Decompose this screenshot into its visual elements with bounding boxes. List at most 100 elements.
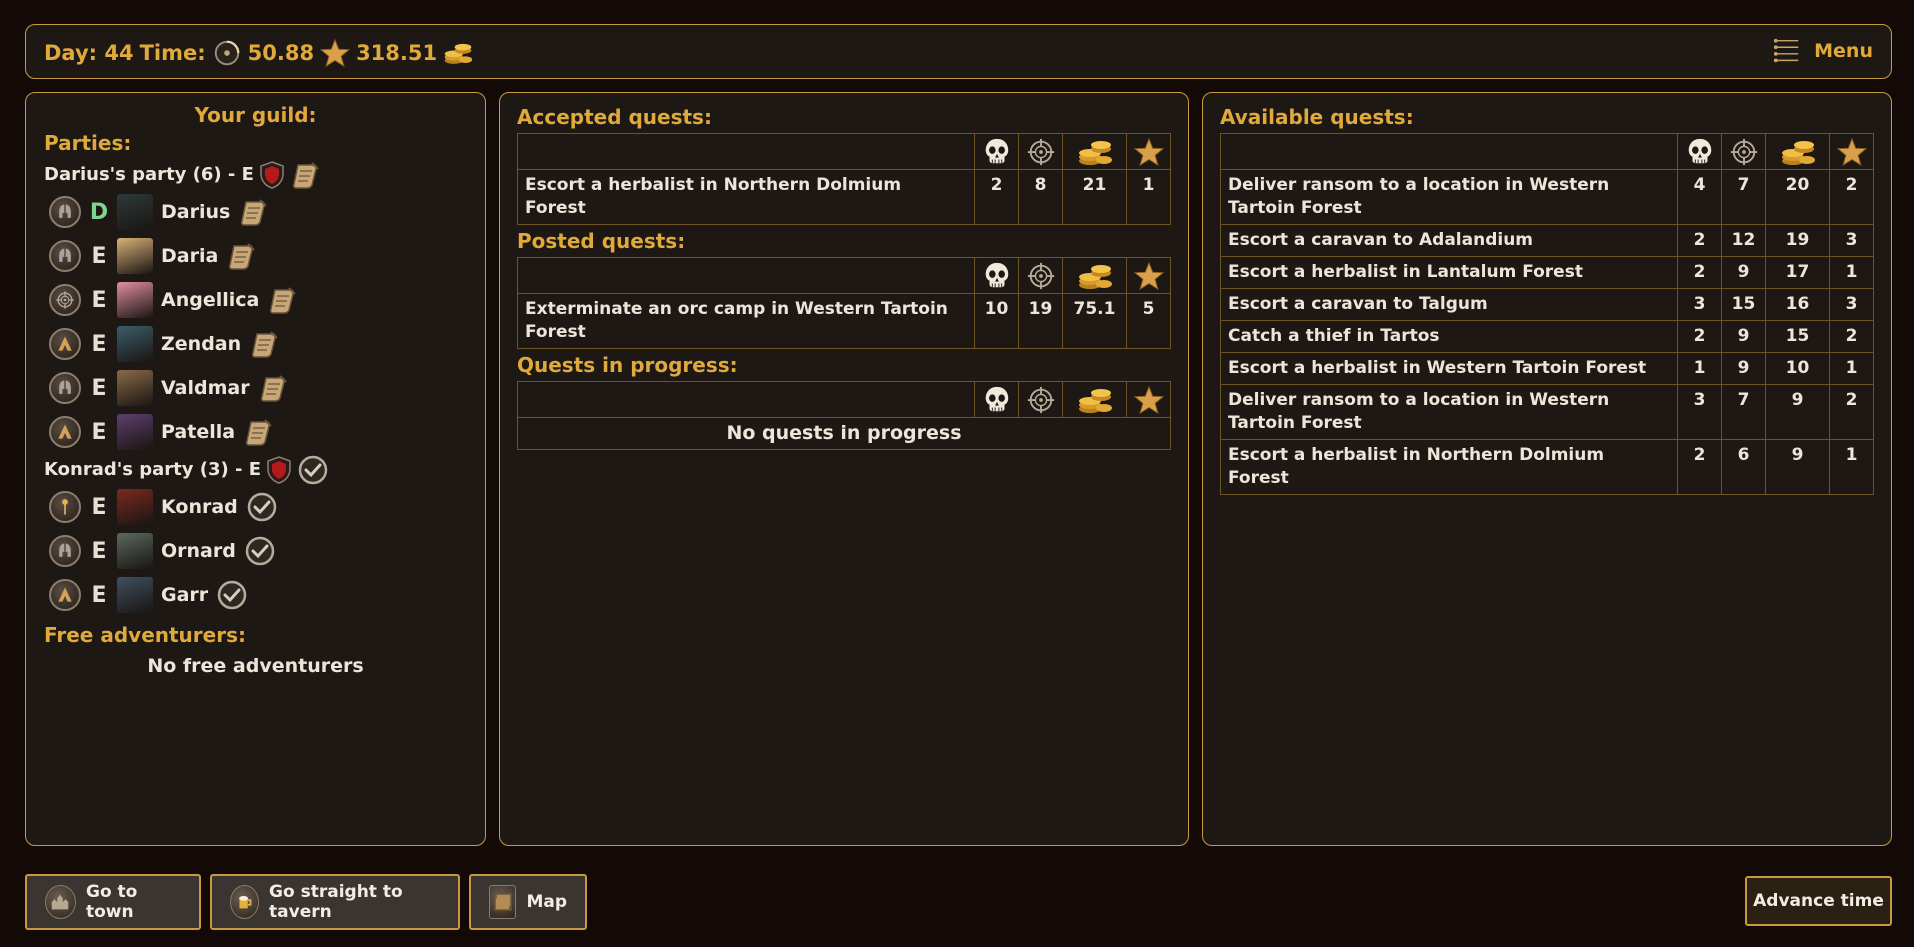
compass-icon (55, 290, 75, 310)
table-header-row (1220, 133, 1874, 170)
quest-fame: 1 (1829, 439, 1874, 495)
quest-name: Escort a herbalist in Northern Dolmium F… (517, 169, 975, 225)
party-header[interactable]: Konrad's party (3) - E (44, 454, 467, 485)
party-member[interactable]: E Angellica (44, 278, 467, 322)
scroll-icon[interactable] (249, 328, 281, 360)
table-row: No quests in progress (517, 417, 1171, 450)
table-row[interactable]: Exterminate an orc camp in Western Tarto… (517, 293, 1171, 349)
class-badge (49, 240, 81, 272)
available-quests-panel: Available quests: Deliver ransom to a lo… (1202, 92, 1892, 846)
quest-time: 9 (1721, 352, 1766, 385)
quest-time: 19 (1018, 293, 1063, 349)
quest-gold: 17 (1765, 256, 1830, 289)
table-row[interactable]: Escort a herbalist in Lantalum Forest 2 9 1… (1220, 256, 1874, 289)
scroll-icon[interactable] (238, 196, 270, 228)
quest-fame: 2 (1829, 169, 1874, 225)
compass-icon (1026, 137, 1056, 167)
fame-header (1126, 133, 1171, 170)
quest-fame: 1 (1829, 352, 1874, 385)
time-label: Time: (139, 41, 206, 65)
quest-name: Escort a caravan to Talgum (1220, 288, 1678, 321)
helmet-icon (55, 202, 75, 222)
star-icon (1837, 137, 1867, 167)
party-member[interactable]: E Zendan (44, 322, 467, 366)
quest-danger: 2 (974, 169, 1019, 225)
rank-label: E (91, 582, 107, 608)
quest-gold: 15 (1765, 320, 1830, 353)
avatar (117, 238, 153, 274)
class-badge (49, 416, 81, 448)
party-member[interactable]: E Garr (44, 573, 467, 617)
member-name: Valdmar (161, 377, 250, 399)
map-button[interactable]: Map (469, 874, 587, 930)
free-adventurers-label: Free adventurers: (44, 623, 246, 647)
party-member[interactable]: E Patella (44, 410, 467, 454)
go-to-town-button[interactable]: Go to town (25, 874, 201, 930)
quest-time: 8 (1018, 169, 1063, 225)
helmet-icon (55, 541, 75, 561)
compass-icon (1026, 261, 1056, 291)
check-icon[interactable] (246, 491, 278, 523)
shield-icon (260, 161, 284, 189)
go-to-town-label: Go to town (85, 882, 138, 922)
table-header-row (517, 257, 1171, 294)
quests-panel: Accepted quests: Escort a herbalist in N… (499, 92, 1189, 846)
party-member[interactable]: E Daria (44, 234, 467, 278)
quest-name: Catch a thief in Tartos (1220, 320, 1678, 353)
guild-panel: Your guild: Parties: Darius's party (6) … (25, 92, 486, 846)
scroll-icon[interactable] (258, 372, 290, 404)
skull-icon (982, 384, 1012, 416)
quest-name: Deliver ransom to a location in Western … (1220, 384, 1678, 440)
party-name: Darius's party (6) - E (44, 164, 254, 185)
parties-label: Parties: (44, 131, 132, 155)
class-badge (49, 284, 81, 316)
member-name: Ornard (161, 540, 236, 562)
advance-time-button[interactable]: Advance time (1745, 876, 1892, 926)
check-icon[interactable] (216, 579, 248, 611)
party-member[interactable]: E Konrad (44, 485, 467, 529)
table-row[interactable]: Escort a herbalist in Western Tartoin Fo… (1220, 352, 1874, 385)
rank-label: E (91, 419, 107, 445)
menu-label: Menu (1814, 40, 1873, 62)
party-member[interactable]: E Valdmar (44, 366, 467, 410)
fame-value: 318.51 (356, 41, 438, 65)
staff-icon (55, 497, 75, 517)
helmet-icon (55, 246, 75, 266)
member-name: Patella (161, 421, 236, 443)
rank-label: D (89, 199, 109, 225)
day-label: Day: 44 (44, 41, 134, 65)
party-header[interactable]: Darius's party (6) - E (44, 159, 467, 190)
check-icon[interactable] (297, 454, 329, 486)
scroll-icon[interactable] (267, 284, 299, 316)
time-header (1018, 257, 1063, 294)
top-stats: Day: 44 Time: 50.88 318.51 (44, 38, 473, 68)
quest-danger: 4 (1677, 169, 1722, 225)
rank-label: E (91, 243, 107, 269)
member-name: Garr (161, 584, 209, 606)
party-member[interactable]: E Ornard (44, 529, 467, 573)
table-row[interactable]: Deliver ransom to a location in Western … (1220, 384, 1874, 440)
class-badge (49, 491, 81, 523)
quest-time: 12 (1721, 224, 1766, 257)
party-member[interactable]: D Darius (44, 190, 467, 234)
table-row[interactable]: Deliver ransom to a location in Western … (1220, 169, 1874, 225)
member-name: Angellica (161, 289, 260, 311)
quest-fame: 3 (1829, 288, 1874, 321)
menu-button[interactable]: Menu (1772, 36, 1873, 66)
table-row[interactable]: Catch a thief in Tartos 2 9 15 2 (1220, 320, 1874, 353)
table-row[interactable]: Escort a caravan to Adalandium 2 12 19 3 (1220, 224, 1874, 257)
go-straight-to-tavern-button[interactable]: Go straight to tavern (210, 874, 460, 930)
scroll-icon[interactable] (226, 240, 258, 272)
table-row[interactable]: Escort a herbalist in Northern Dolmium F… (1220, 439, 1874, 495)
table-row[interactable]: Escort a herbalist in Northern Dolmium F… (517, 169, 1171, 225)
quest-fame: 2 (1829, 384, 1874, 440)
town-icon (45, 885, 76, 919)
posted-quests-title: Posted quests: (517, 229, 686, 253)
shield-icon (267, 456, 291, 484)
table-row[interactable]: Escort a caravan to Talgum 3 15 16 3 (1220, 288, 1874, 321)
class-badge (49, 579, 81, 611)
scroll-icon[interactable] (290, 159, 322, 191)
check-icon[interactable] (244, 535, 276, 567)
scroll-icon[interactable] (243, 416, 275, 448)
table-header-row (517, 381, 1171, 418)
